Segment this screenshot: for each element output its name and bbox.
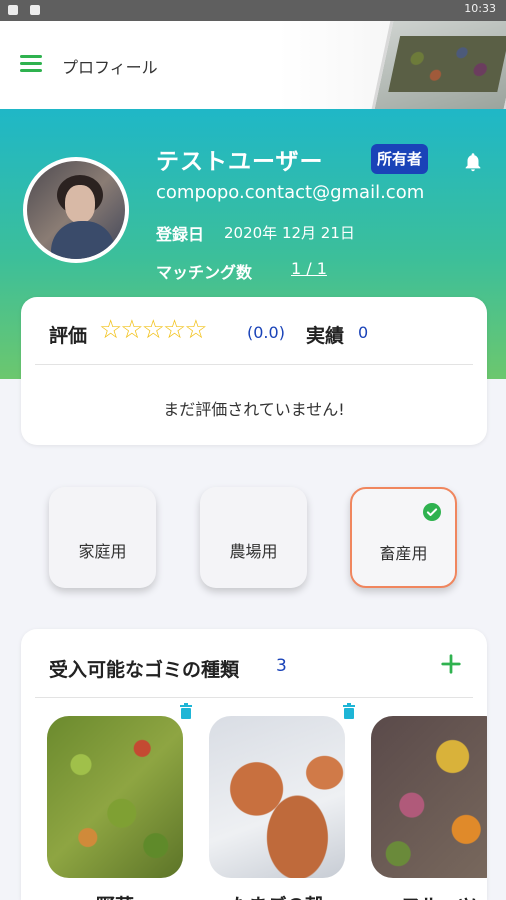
status-bar: 10:33 <box>0 0 506 21</box>
avatar <box>23 157 129 263</box>
waste-item-name: フルーツ <box>359 891 487 900</box>
matching-count-link[interactable]: 1 / 1 <box>291 259 327 278</box>
app-bar: プロフィール <box>0 21 506 109</box>
waste-item-image[interactable] <box>371 716 487 878</box>
waste-item-name: 野菜 <box>35 891 195 900</box>
add-icon[interactable] <box>440 653 462 675</box>
waste-types-card: 受入可能なゴミの種類 3 野菜 たまごの殻 フルーツ <box>21 629 487 900</box>
usage-type-household-button[interactable]: 家庭用 <box>49 487 156 588</box>
waste-item-name: たまごの殻 <box>197 891 357 900</box>
user-email: compopo.contact@gmail.com <box>156 182 425 203</box>
usage-type-label: 家庭用 <box>78 542 127 561</box>
bell-icon[interactable] <box>462 151 484 173</box>
usage-type-livestock-button[interactable]: 畜産用 <box>350 487 457 588</box>
notification-icon <box>8 5 18 15</box>
notification-icon <box>30 5 40 15</box>
check-icon <box>423 503 441 521</box>
waste-types-count: 3 <box>276 656 287 676</box>
registered-date: 2020年 12月 21日 <box>224 224 355 242</box>
usage-type-label: 農場用 <box>229 542 278 561</box>
registered-label: 登録日 <box>156 225 205 244</box>
matching-label: マッチング数 <box>156 263 253 282</box>
usage-type-farm-button[interactable]: 農場用 <box>200 487 307 588</box>
page-title: プロフィール <box>62 58 158 77</box>
header-compost-image <box>370 21 506 109</box>
status-time: 10:33 <box>464 2 496 15</box>
divider <box>35 364 473 365</box>
menu-icon[interactable] <box>20 55 42 75</box>
divider <box>35 697 473 698</box>
role-badge: 所有者 <box>371 144 429 174</box>
user-name: テストユーザー <box>156 149 324 175</box>
rating-stars: ☆☆☆☆☆ <box>99 315 208 345</box>
waste-item-image[interactable] <box>209 716 345 878</box>
usage-type-label: 畜産用 <box>379 544 428 563</box>
waste-types-title: 受入可能なゴミの種類 <box>49 659 240 681</box>
record-value: 0 <box>358 323 369 342</box>
trash-icon[interactable] <box>342 703 356 719</box>
rating-card: 評価 ☆☆☆☆☆ (0.0) 実績 0 まだ評価されていません! <box>21 297 487 445</box>
rating-score: (0.0) <box>247 323 285 342</box>
rating-label: 評価 <box>49 325 88 347</box>
record-label: 実績 <box>306 325 345 347</box>
trash-icon[interactable] <box>179 703 193 719</box>
waste-item-image[interactable] <box>47 716 183 878</box>
no-rating-message: まだ評価されていません! <box>163 400 345 419</box>
